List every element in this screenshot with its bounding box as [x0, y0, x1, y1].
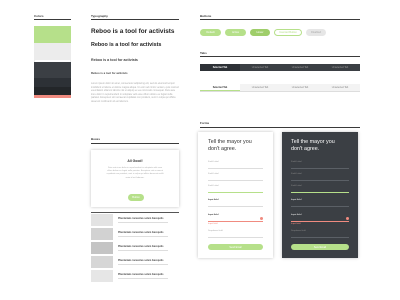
form-heading: Tell the mayor you don't agree. [208, 139, 252, 152]
send-email-button[interactable]: Send Email [208, 244, 263, 250]
heading-medium: Reboo is a tool for activists [91, 42, 162, 48]
list-item-label[interactable]: Phentariam conventus solem Gacopolis [118, 273, 163, 276]
field-label: Field Label [208, 173, 219, 175]
field-label: Dropdown field [291, 230, 306, 232]
colors-rule [34, 19, 71, 20]
list-item-divider [118, 222, 168, 223]
field-label: Field Label [291, 185, 302, 187]
error-icon [260, 217, 263, 220]
text-field-focused[interactable] [208, 192, 263, 193]
field-label: Input field [208, 199, 219, 201]
list-item-thumbnail [91, 256, 113, 268]
dark-tab-selected[interactable]: Selected Tab [200, 64, 240, 71]
light-tab-bar: Selected Tab Unselected Tab Unselected T… [200, 84, 360, 92]
list-item-label[interactable]: Phentariam conventus solem Gacopolis [118, 259, 163, 262]
color-swatch-darker-gray [34, 78, 71, 87]
field-label-error: Input field [208, 214, 219, 216]
list-item-divider [118, 250, 168, 251]
color-swatch-red [34, 95, 71, 98]
text-field-error[interactable] [291, 221, 349, 222]
dropdown-field[interactable] [208, 237, 263, 238]
dark-tab-unselected[interactable]: Unselected Tab [280, 64, 320, 71]
typography-rule [91, 19, 179, 20]
dark-tab-bar: Selected Tab Unselected Tab Unselected T… [200, 64, 360, 71]
forms-rule [200, 127, 360, 128]
color-swatch-charcoal [34, 87, 71, 95]
text-field[interactable] [291, 206, 349, 207]
tabs-rule [200, 56, 360, 57]
list-item-label[interactable]: Phentariam conventus solem Gacopolis [118, 231, 163, 234]
form-heading: Tell the mayor you don't agree. [291, 139, 335, 152]
field-label: Input field [291, 199, 302, 201]
list-item-divider [118, 236, 168, 237]
text-field-error[interactable] [208, 221, 263, 222]
error-message: Input field [208, 223, 218, 225]
list-item-divider [118, 278, 168, 279]
field-label: Dropdown field [208, 230, 223, 232]
field-label: Field Label [208, 161, 219, 163]
list-rule [91, 212, 179, 213]
dropdown-field[interactable] [291, 237, 349, 238]
boxes-rule [91, 143, 179, 144]
card-button[interactable]: Button [128, 194, 144, 201]
text-field[interactable] [208, 168, 263, 169]
text-field[interactable] [291, 180, 349, 181]
list-item-thumbnail [91, 228, 113, 240]
heading-small: Reboo is a tool for activists [91, 58, 138, 62]
dark-tab-unselected[interactable]: Unselected Tab [240, 64, 280, 71]
dark-form-card: Tell the mayor you don't agree. Field La… [282, 132, 358, 258]
heading-tiny: Reboo is a tool for activists [91, 71, 128, 75]
active-button[interactable]: Active [225, 29, 246, 36]
text-field[interactable] [208, 206, 263, 207]
list-item-label[interactable]: Phentariam conventus solem Gacopolis [118, 217, 163, 220]
text-field[interactable] [291, 168, 349, 169]
error-icon [346, 217, 349, 220]
default-button[interactable]: Default [200, 29, 221, 36]
typography-paragraph: Lorem ipsum dolor sit amet, consectetur … [91, 82, 179, 103]
error-message: Input field [291, 223, 301, 225]
card-text: Duis aute irure dolor in reprehenderit i… [106, 167, 164, 179]
light-tab-unselected[interactable]: Unselected Tab [320, 84, 360, 91]
field-label: Field Label [291, 161, 302, 163]
list-item-thumbnail [91, 242, 113, 254]
list-item-thumbnail [91, 214, 113, 226]
typography-title: Typography [91, 14, 108, 18]
card-title: All Good! [127, 159, 143, 163]
inverted-button[interactable]: Inverted Button [274, 29, 302, 36]
tabs-title: Tabs [200, 51, 207, 55]
forms-title: Forms [200, 121, 210, 125]
text-field-focused[interactable] [291, 192, 349, 193]
hover-button[interactable]: Hover [250, 29, 270, 36]
heading-large: Reboo is a tool for activists [91, 28, 175, 35]
field-label-error: Input field [291, 214, 302, 216]
colors-title: Colors [34, 14, 44, 18]
info-card: All Good! Duis aute irure dolor in repre… [91, 150, 179, 207]
dark-tab-unselected[interactable]: Unselected Tab [320, 64, 360, 71]
light-tab-unselected[interactable]: Unselected Tab [280, 84, 320, 91]
light-form-card: Tell the mayor you don't agree. Field La… [198, 132, 273, 258]
field-label: Field Label [291, 173, 302, 175]
color-swatch-dark-gray [34, 62, 71, 78]
field-label: Field Label [208, 185, 219, 187]
list-item-thumbnail [91, 270, 113, 282]
light-tab-selected[interactable]: Selected Tab [200, 84, 240, 91]
color-swatch-green [34, 26, 71, 43]
list-item-divider [118, 264, 168, 265]
send-email-button[interactable]: Send Email [291, 244, 349, 250]
text-field[interactable] [208, 180, 263, 181]
list-item-label[interactable]: Phentariam conventus solem Gacopolis [118, 245, 163, 248]
disabled-button: Disabled [306, 29, 326, 36]
buttons-rule [200, 19, 360, 20]
boxes-title: Boxes [91, 137, 101, 141]
light-tab-unselected[interactable]: Unselected Tab [240, 84, 280, 91]
buttons-title: Buttons [200, 14, 212, 18]
color-swatch-light-gray [34, 43, 71, 60]
